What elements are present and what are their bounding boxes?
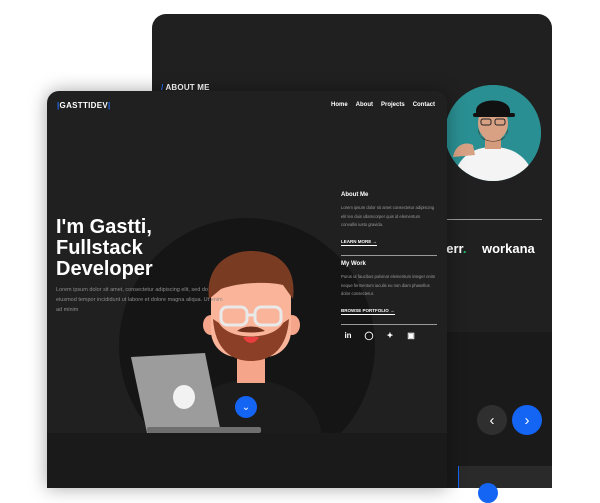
hero-line-3: Developer: [56, 258, 153, 280]
nav-projects[interactable]: Projects: [381, 102, 405, 108]
work-text: Purus ut faucibus pulvinar elementum int…: [341, 274, 436, 296]
site-logo[interactable]: |GASTTIDEV|: [57, 101, 111, 110]
linkedin-icon[interactable]: in: [343, 331, 353, 340]
scroll-down-button[interactable]: ⌄: [235, 396, 257, 418]
main-nav: Home About Projects Contact: [331, 102, 435, 108]
learn-more-link[interactable]: LEARN MORE →: [341, 238, 378, 246]
work-title: My Work: [341, 261, 366, 267]
nav-about[interactable]: About: [356, 102, 373, 108]
instagram-icon[interactable]: ▣: [406, 331, 416, 340]
about-section: About Me Lorem ipsum dolor sit amet cons…: [341, 192, 437, 248]
hero-line-2: Fullstack: [56, 237, 143, 259]
profile-photo: [445, 85, 541, 181]
chevron-down-icon: ⌄: [241, 401, 251, 413]
hero-line-1: I'm Gastti,: [56, 216, 152, 238]
divider: [442, 219, 542, 220]
about-title: About Me: [341, 192, 369, 198]
hero-description: Lorem ipsum dolor sit amet, consectetur …: [56, 287, 223, 313]
front-window: |GASTTIDEV| Home About Projects Contact: [47, 91, 447, 488]
github-icon[interactable]: ◯: [364, 331, 374, 340]
divider: [341, 324, 437, 325]
carousel-indicator[interactable]: [478, 483, 498, 503]
nav-contact[interactable]: Contact: [413, 102, 435, 108]
browse-portfolio-link[interactable]: BROWSE PORTFOLIO →: [341, 308, 395, 315]
arrow-right-icon: →: [372, 238, 378, 244]
project-card[interactable]: [458, 466, 552, 488]
carousel-next-button[interactable]: ›: [512, 405, 542, 435]
next-section: [47, 433, 447, 488]
chevron-right-icon: ›: [524, 411, 530, 429]
work-section: My Work Purus ut faucibus pulvinar eleme…: [341, 261, 437, 317]
social-links: in ◯ ✦ ▣: [343, 331, 416, 340]
hero-title: I'm Gastti, Fullstack Developer: [56, 217, 153, 280]
about-text: Lorem ipsum dolor sit amet consectetur a…: [341, 205, 435, 227]
arrow-right-icon: →: [390, 307, 395, 313]
divider: [341, 255, 437, 256]
carousel-prev-button[interactable]: ‹: [477, 405, 507, 435]
chevron-left-icon: ‹: [489, 411, 495, 429]
client-logo-workana: workana: [482, 241, 535, 256]
twitter-icon[interactable]: ✦: [385, 331, 395, 340]
laptop-logo: [173, 385, 195, 409]
nav-home[interactable]: Home: [331, 102, 348, 108]
